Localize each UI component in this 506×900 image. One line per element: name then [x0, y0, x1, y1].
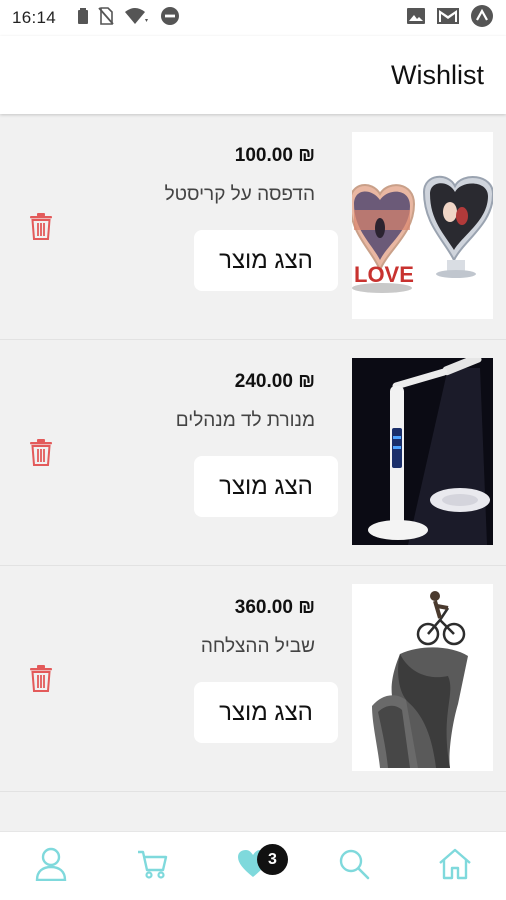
nav-home[interactable] [425, 836, 485, 896]
page-title: Wishlist [391, 60, 484, 90]
nav-cart[interactable] [122, 836, 182, 896]
notification-icon [470, 4, 494, 33]
status-time: 16:14 [12, 8, 57, 27]
view-product-button[interactable]: הצג מוצר [194, 682, 338, 743]
product-price: ₪ 240.00 [234, 371, 315, 392]
trash-icon[interactable] [29, 664, 53, 692]
status-bar: 16:14 [0, 0, 506, 36]
product-name: הדפסה על קריסטל [164, 184, 315, 205]
nav-search[interactable] [324, 836, 384, 896]
product-image[interactable] [352, 358, 493, 545]
battery-icon [78, 7, 89, 29]
product-price: ₪ 360.00 [234, 597, 315, 618]
trash-icon[interactable] [29, 212, 53, 240]
profile-icon [35, 847, 67, 886]
trash-icon[interactable] [29, 438, 53, 466]
search-icon [338, 848, 370, 885]
product-price: ₪ 100.00 [234, 145, 315, 166]
nav-profile[interactable] [21, 836, 81, 896]
list-item: LOVE ₪ 100.00 הדפסה על קריסטל הצג מוצר [0, 114, 506, 340]
wishlist-count-badge: 3 [256, 844, 288, 875]
image-icon [406, 7, 426, 30]
home-icon [438, 848, 472, 885]
no-sim-icon [98, 6, 114, 30]
wifi-icon [124, 7, 150, 30]
view-product-button[interactable]: הצג מוצר [194, 230, 338, 291]
do-not-disturb-icon [160, 6, 180, 31]
bottom-nav: 3 [0, 831, 506, 900]
list-item: ₪ 240.00 מנורת לד מנהלים הצג מוצר [0, 340, 506, 566]
product-image[interactable]: LOVE [352, 132, 493, 319]
product-name: שביל ההצלחה [200, 636, 315, 657]
wishlist: LOVE ₪ 100.00 הדפסה על קריסטל הצג מוצר ₪… [0, 114, 506, 792]
cart-icon [136, 848, 168, 885]
nav-wishlist[interactable]: 3 [223, 836, 288, 896]
list-item: ₪ 360.00 שביל ההצלחה הצג מוצר [0, 566, 506, 792]
gmail-icon [436, 6, 460, 31]
view-product-button[interactable]: הצג מוצר [194, 456, 338, 517]
app-bar: Wishlist [0, 36, 506, 114]
product-image[interactable] [352, 584, 493, 771]
product-name: מנורת לד מנהלים [175, 410, 315, 431]
